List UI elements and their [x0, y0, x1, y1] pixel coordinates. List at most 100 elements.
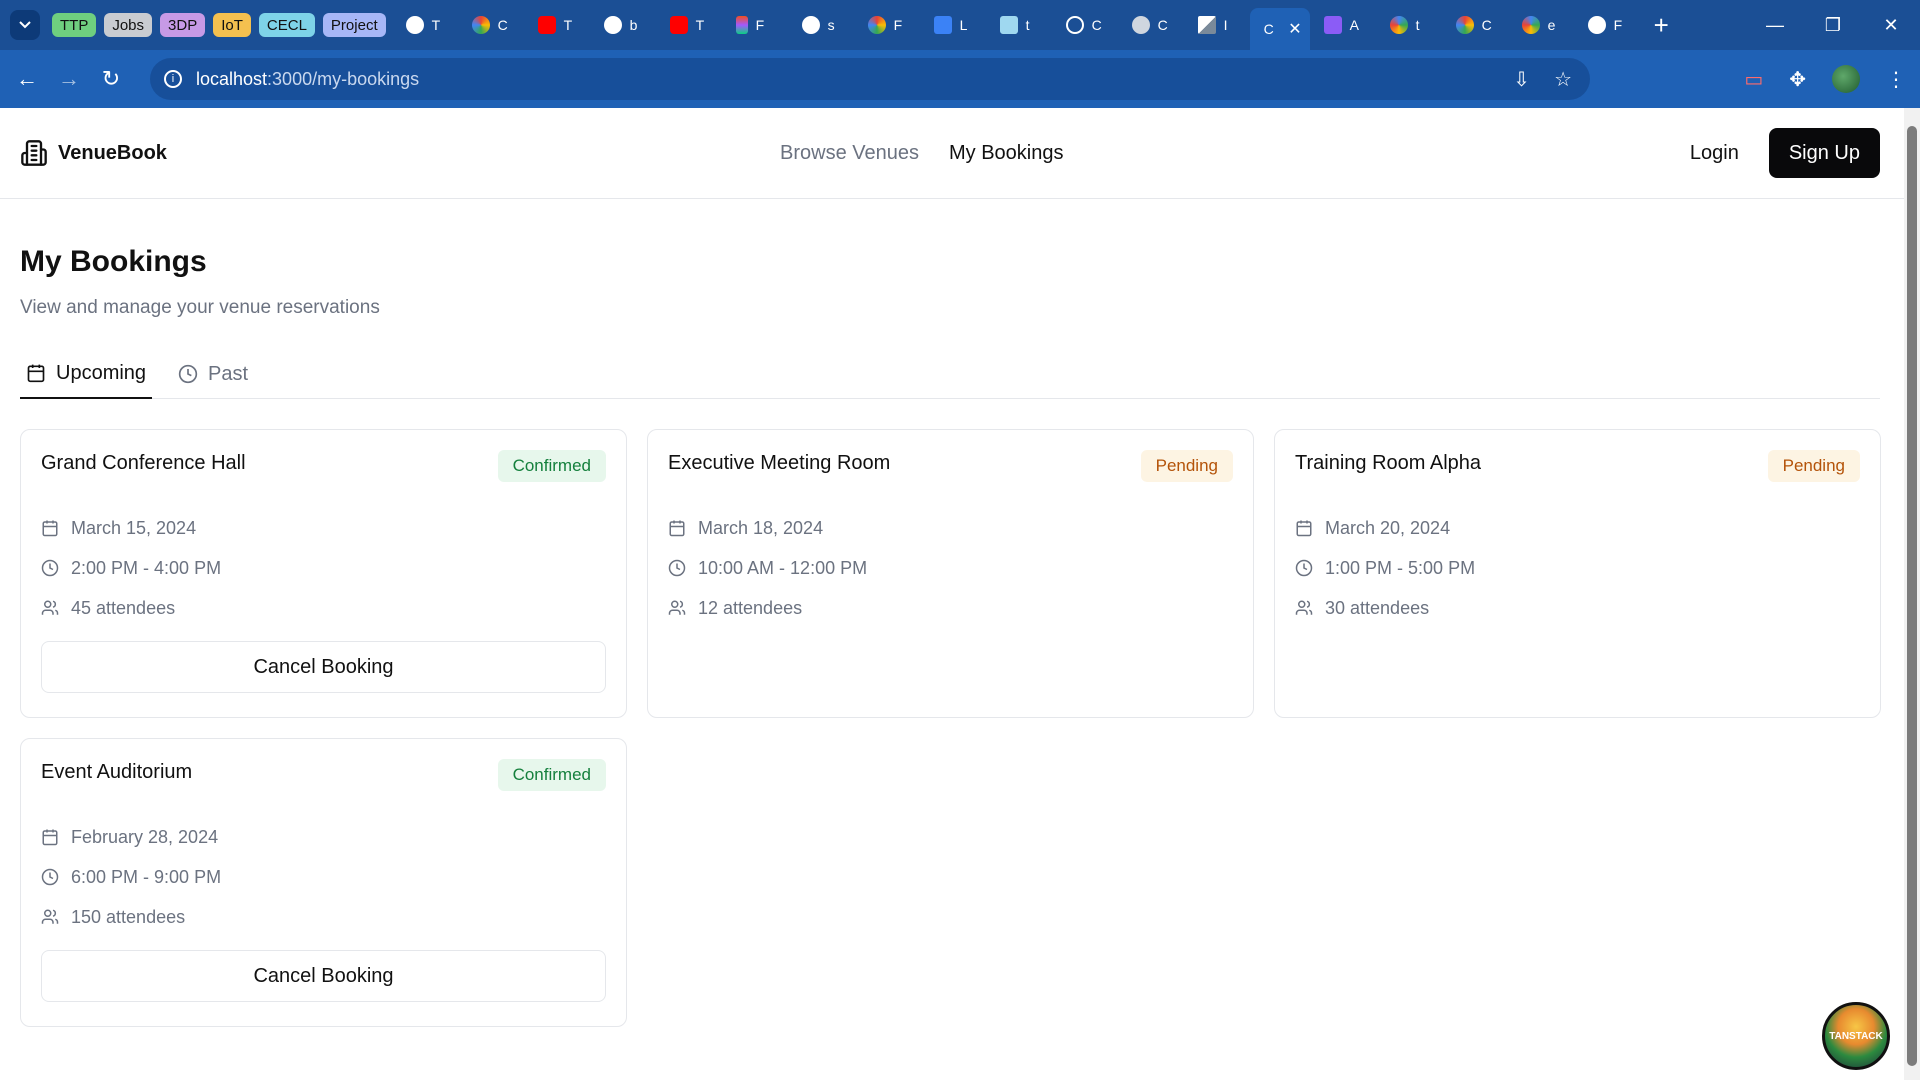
booking-details: March 20, 2024 1:00 PM - 5:00 PM 30 atte…	[1295, 517, 1860, 619]
page-scrollbar[interactable]	[1904, 108, 1920, 1080]
brand-name: VenueBook	[58, 141, 167, 164]
bookmark-star-icon[interactable]: ☆	[1554, 67, 1572, 92]
users-icon	[1295, 600, 1313, 615]
browser-tab[interactable]: t	[1376, 7, 1442, 43]
browser-tab[interactable]: e	[1508, 7, 1574, 43]
browser-tab[interactable]: T	[656, 7, 722, 43]
google-icon	[1521, 16, 1540, 34]
url-host: localhost	[196, 68, 268, 89]
extensions-icon[interactable]: ✥	[1789, 67, 1806, 92]
tab-group-ttp[interactable]: TTP	[52, 13, 97, 37]
tab-label: t	[1415, 17, 1420, 33]
youtube-icon	[669, 16, 688, 34]
browser-tab[interactable]: F	[854, 7, 920, 43]
browser-tab[interactable]: C	[1052, 7, 1118, 43]
browser-tab[interactable]: s	[788, 7, 854, 43]
more-menu-icon[interactable]: ⋮	[1886, 67, 1906, 92]
cancel-booking-button[interactable]: Cancel Booking	[41, 950, 606, 1002]
address-bar[interactable]: i localhost:3000/my-bookings ⇩ ☆	[150, 58, 1590, 100]
tab-search-button[interactable]	[10, 10, 40, 40]
brand-logo[interactable]: VenueBook	[20, 139, 167, 167]
page-subtitle: View and manage your venue reservations	[20, 297, 380, 318]
window-controls: — ❐ ✕	[1746, 0, 1920, 50]
close-icon[interactable]: ✕	[1288, 19, 1301, 39]
attendees-text: 45 attendees	[71, 597, 176, 618]
minimize-icon[interactable]: —	[1746, 0, 1804, 50]
booking-attendees: 30 attendees	[1295, 597, 1860, 619]
page-title: My Bookings	[20, 245, 207, 278]
users-icon	[41, 909, 59, 924]
close-window-icon[interactable]: ✕	[1862, 0, 1920, 50]
tab-group-3dp[interactable]: 3DP	[160, 13, 206, 37]
scrollbar-thumb[interactable]	[1907, 126, 1917, 1066]
status-badge: Pending	[1140, 450, 1233, 482]
booking-attendees: 150 attendees	[41, 906, 606, 928]
site-info-icon[interactable]: i	[164, 70, 182, 88]
attendees-text: 30 attendees	[1325, 597, 1430, 618]
tab-upcoming-label: Upcoming	[56, 361, 147, 384]
clock-icon	[41, 559, 59, 577]
browser-tab[interactable]: C	[1118, 7, 1184, 43]
site-header: VenueBook Browse Venues My Bookings Logi…	[0, 108, 1920, 199]
booking-date: March 15, 2024	[41, 517, 606, 539]
new-tab-button[interactable]: +	[1654, 10, 1669, 41]
restore-icon[interactable]: ❐	[1804, 0, 1862, 50]
browser-tab[interactable]: F	[722, 7, 788, 43]
openai-icon	[1065, 16, 1084, 34]
tab-label: C	[497, 17, 508, 33]
tab-group-project[interactable]: Project	[322, 13, 386, 37]
browser-tab[interactable]: F	[1574, 7, 1640, 43]
bookings-grid: Grand Conference Hall Confirmed March 15…	[20, 429, 1900, 1027]
tanstack-devtools-button[interactable]: TANSTACK	[1822, 1002, 1890, 1070]
cast-icon[interactable]: ▭	[1744, 67, 1763, 92]
app-icon	[1323, 16, 1342, 34]
tab-upcoming[interactable]: Upcoming	[20, 349, 153, 399]
gorm-icon	[933, 16, 952, 34]
nav-browse-venues[interactable]: Browse Venues	[780, 142, 919, 165]
booking-tabs: Upcoming Past	[20, 349, 1880, 399]
status-badge: Pending	[1767, 450, 1860, 482]
tab-label: C	[1157, 17, 1168, 33]
chevron-down-icon	[19, 21, 31, 29]
date-text: February 28, 2024	[71, 826, 219, 847]
install-app-icon[interactable]: ⇩	[1513, 67, 1530, 92]
tab-past[interactable]: Past	[172, 349, 254, 399]
booking-details: February 28, 2024 6:00 PM - 9:00 PM 150 …	[41, 826, 606, 928]
time-text: 1:00 PM - 5:00 PM	[1325, 557, 1476, 578]
github-icon	[801, 16, 820, 34]
browser-tab[interactable]: b	[590, 7, 656, 43]
tab-label: C	[1091, 17, 1102, 33]
globe-icon	[1131, 16, 1150, 34]
cancel-booking-button[interactable]: Cancel Booking	[41, 641, 606, 693]
browser-tab-active[interactable]: C ✕	[1249, 8, 1310, 50]
browser-tab[interactable]: t	[986, 7, 1052, 43]
forward-arrow-icon[interactable]: →	[48, 66, 90, 92]
back-arrow-icon[interactable]: ←	[6, 66, 48, 92]
attendees-text: 150 attendees	[71, 906, 186, 927]
browser-tab[interactable]: A	[1310, 7, 1376, 43]
tanstack-label: TANSTACK	[1829, 1030, 1883, 1042]
tab-group-cecl[interactable]: CECL	[258, 13, 315, 37]
browser-tab[interactable]: L	[920, 7, 986, 43]
browser-tab[interactable]: T	[524, 7, 590, 43]
profile-avatar[interactable]	[1832, 65, 1860, 93]
browser-tab[interactable]: I	[1184, 7, 1250, 43]
auth-actions: Login Sign Up	[1690, 128, 1880, 178]
calendar-icon	[42, 520, 58, 537]
browser-tab[interactable]: C	[1442, 7, 1508, 43]
tab-label: b	[629, 17, 638, 33]
address-bar-actions: ⇩ ☆	[1513, 67, 1572, 92]
browser-tab[interactable]: T	[392, 7, 458, 43]
calendar-icon	[42, 829, 58, 846]
booking-time: 6:00 PM - 9:00 PM	[41, 866, 606, 888]
nav-my-bookings[interactable]: My Bookings	[949, 142, 1064, 165]
signup-button[interactable]: Sign Up	[1768, 128, 1880, 178]
main-content: My Bookings View and manage your venue r…	[0, 245, 1920, 1027]
reload-icon[interactable]: ↻	[90, 66, 132, 92]
login-button[interactable]: Login	[1690, 142, 1739, 165]
time-text: 6:00 PM - 9:00 PM	[71, 866, 222, 887]
tab-group-jobs[interactable]: Jobs	[104, 13, 153, 37]
browser-tab[interactable]: C	[458, 7, 524, 43]
tab-group-iot[interactable]: IoT	[213, 13, 251, 37]
github-icon	[1587, 16, 1606, 34]
